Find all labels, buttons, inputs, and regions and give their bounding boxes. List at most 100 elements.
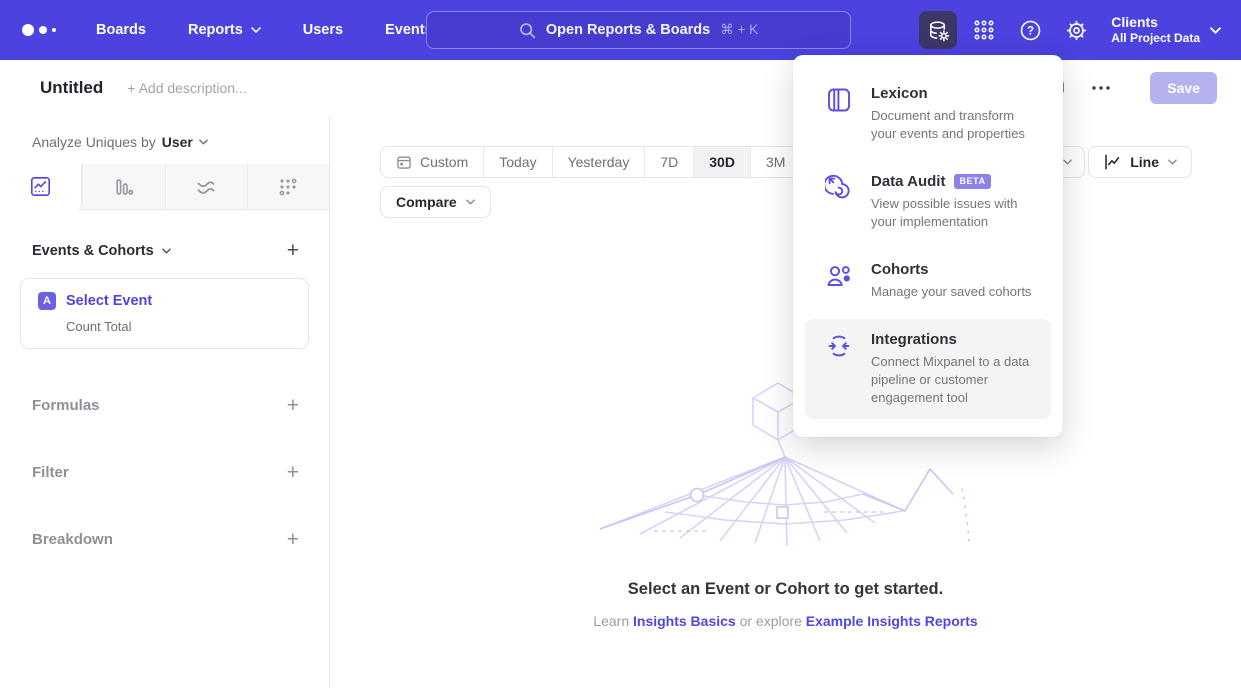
empty-state-title: Select an Event or Cohort to get started… (330, 580, 1241, 599)
filter-label: Filter (32, 464, 69, 481)
add-filter-button[interactable]: + (287, 462, 299, 483)
insights-basics-link[interactable]: Insights Basics (633, 613, 736, 629)
analyze-label: Analyze Uniques by (32, 134, 156, 150)
events-cohorts-label: Events & Cohorts (32, 243, 154, 259)
question-circle-icon: ? (1019, 19, 1042, 42)
settings-button[interactable] (1057, 11, 1095, 49)
analyze-value-dropdown[interactable]: User (162, 134, 208, 150)
date-range-label: Today (499, 154, 536, 170)
nav-right-cluster: ? Clients All Project Data (919, 0, 1227, 60)
filter-section: Filter + (0, 462, 329, 483)
menu-item-data-audit[interactable]: Data Audit BETA View possible issues wit… (805, 161, 1051, 243)
nav-item-label: Boards (96, 22, 146, 38)
empty-state-hint: Learn Insights Basics or explore Example… (330, 613, 1241, 629)
nav-item-users[interactable]: Users (303, 22, 343, 38)
query-sidebar: Analyze Uniques by User (0, 116, 330, 688)
add-event-button[interactable]: + (287, 240, 299, 261)
menu-item-description: Document and transform your events and p… (871, 107, 1041, 143)
date-range-label: 30D (709, 154, 735, 170)
calendar-icon (396, 154, 412, 170)
menu-item-title: Data Audit (871, 173, 945, 190)
ellipsis-icon (1092, 86, 1110, 90)
chevron-down-icon (251, 27, 261, 33)
chevron-down-icon (1210, 27, 1221, 34)
chevron-down-icon (1168, 159, 1177, 165)
data-audit-icon (825, 173, 855, 202)
chevron-down-icon (466, 199, 475, 205)
breakdown-label: Breakdown (32, 531, 113, 548)
beta-badge: BETA (954, 174, 990, 189)
svg-text:?: ? (1027, 25, 1034, 37)
example-insights-reports-link[interactable]: Example Insights Reports (806, 613, 978, 629)
nav-item-boards[interactable]: Boards (96, 22, 146, 38)
lexicon-icon (825, 85, 855, 114)
compare-dropdown[interactable]: Compare (380, 186, 491, 218)
more-options-button[interactable] (1092, 86, 1110, 90)
date-range-label: 3M (766, 154, 785, 170)
add-breakdown-button[interactable]: + (287, 529, 299, 550)
tab-flow-chart[interactable] (165, 164, 247, 209)
menu-item-description: View possible issues with your implement… (871, 195, 1041, 231)
date-range-label: Yesterday (568, 154, 630, 170)
formulas-section: Formulas + (0, 395, 329, 416)
compare-label: Compare (396, 194, 457, 210)
tab-insights-line[interactable] (0, 164, 82, 210)
tab-bar-chart[interactable] (82, 164, 164, 209)
dots-grid-tab-icon (278, 177, 298, 197)
date-range-control: Custom Today Yesterday 7D 30D 3M 6M (380, 146, 852, 178)
date-range-label: Custom (420, 154, 468, 170)
project-scope: All Project Data (1111, 31, 1200, 46)
search-input[interactable]: Open Reports & Boards ⌘ + K (426, 11, 851, 49)
cohorts-icon (825, 261, 855, 290)
date-range-30d[interactable]: 30D (693, 147, 750, 177)
project-selector[interactable]: Clients All Project Data (1111, 14, 1227, 47)
mixpanel-logo-icon[interactable] (22, 24, 66, 36)
bar-chart-tab-icon (114, 177, 134, 197)
date-range-7d[interactable]: 7D (644, 147, 693, 177)
formulas-label: Formulas (32, 397, 100, 414)
report-title[interactable]: Untitled (40, 78, 103, 98)
chart-type-tabs (0, 164, 329, 210)
events-cohorts-dropdown[interactable]: Events & Cohorts (32, 243, 171, 259)
event-card[interactable]: A Select Event Count Total (20, 278, 309, 349)
report-header-actions: Save (1046, 72, 1217, 104)
database-gear-icon (927, 19, 950, 42)
add-description-field[interactable]: + Add description... (127, 80, 246, 96)
menu-item-cohorts[interactable]: Cohorts Manage your saved cohorts (805, 249, 1051, 313)
top-navigation: Boards Reports Users Events Open Reports… (0, 0, 1241, 60)
integrations-icon (825, 331, 855, 360)
analyze-value: User (162, 134, 193, 150)
search-placeholder: Open Reports & Boards (546, 22, 710, 38)
save-button[interactable]: Save (1150, 72, 1217, 104)
menu-item-lexicon[interactable]: Lexicon Document and transform your even… (805, 73, 1051, 155)
data-management-button[interactable] (919, 11, 957, 49)
project-name: Clients (1111, 14, 1200, 32)
flow-tab-icon (195, 176, 217, 198)
hint-text: Learn (593, 613, 629, 629)
event-count-type[interactable]: Count Total (66, 319, 294, 334)
line-chart-icon (1103, 153, 1121, 171)
apps-grid-button[interactable] (965, 11, 1003, 49)
menu-item-title: Cohorts (871, 261, 929, 278)
select-event-button[interactable]: Select Event (66, 293, 152, 309)
gear-icon (1065, 19, 1088, 42)
menu-item-description: Manage your saved cohorts (871, 283, 1031, 301)
line-chart-tab-icon (30, 176, 51, 197)
help-button[interactable]: ? (1011, 11, 1049, 49)
nav-item-label: Reports (188, 22, 243, 38)
nav-links: Boards Reports Users Events (96, 22, 433, 38)
date-range-yesterday[interactable]: Yesterday (552, 147, 645, 177)
search-icon (519, 22, 536, 39)
date-range-custom[interactable]: Custom (381, 147, 483, 177)
chart-type-label: Line (1130, 154, 1159, 170)
hint-text: or explore (740, 613, 802, 629)
add-formula-button[interactable]: + (287, 395, 299, 416)
breakdown-section: Breakdown + (0, 529, 329, 550)
search-shortcut: ⌘ + K (720, 22, 758, 38)
tab-metrics-grid[interactable] (247, 164, 329, 209)
events-cohorts-header: Events & Cohorts + (0, 210, 329, 261)
date-range-today[interactable]: Today (483, 147, 551, 177)
menu-item-integrations[interactable]: Integrations Connect Mixpanel to a data … (805, 319, 1051, 419)
chart-type-dropdown[interactable]: Line (1088, 146, 1192, 178)
nav-item-reports[interactable]: Reports (188, 22, 261, 38)
